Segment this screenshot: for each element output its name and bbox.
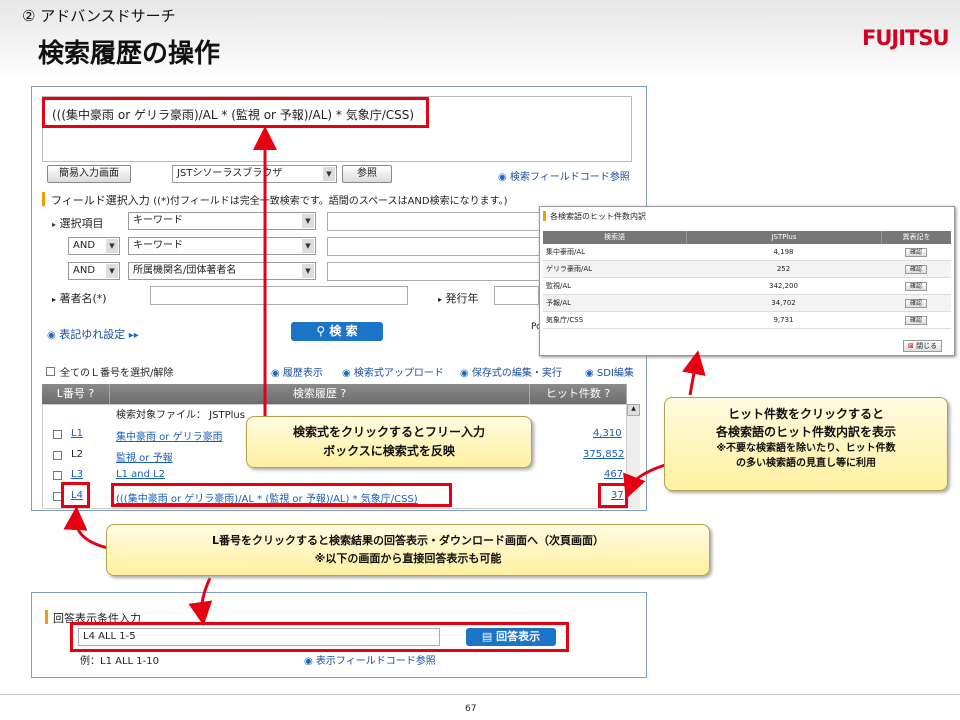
hits-callout: ヒット件数をクリックすると 各検索語のヒット件数内訳を表示 ※不要な検索語を除いたり… <box>664 397 948 491</box>
arrow-to-answer <box>188 577 213 626</box>
page-number: 67 <box>465 704 477 714</box>
query-callout: 検索式をクリックするとフリー入力 ボックスに検索式を反映 <box>246 416 532 468</box>
footer-line <box>0 694 960 695</box>
arrow-to-popup <box>682 350 706 396</box>
callout-arrows <box>63 126 706 626</box>
lnum-callout: L番号をクリックすると検索結果の回答表示・ダウンロード画面へ（次頁画面） ※以下の… <box>106 524 710 576</box>
arrow-to-hits <box>623 463 666 500</box>
arrow-to-lnum <box>63 506 109 550</box>
